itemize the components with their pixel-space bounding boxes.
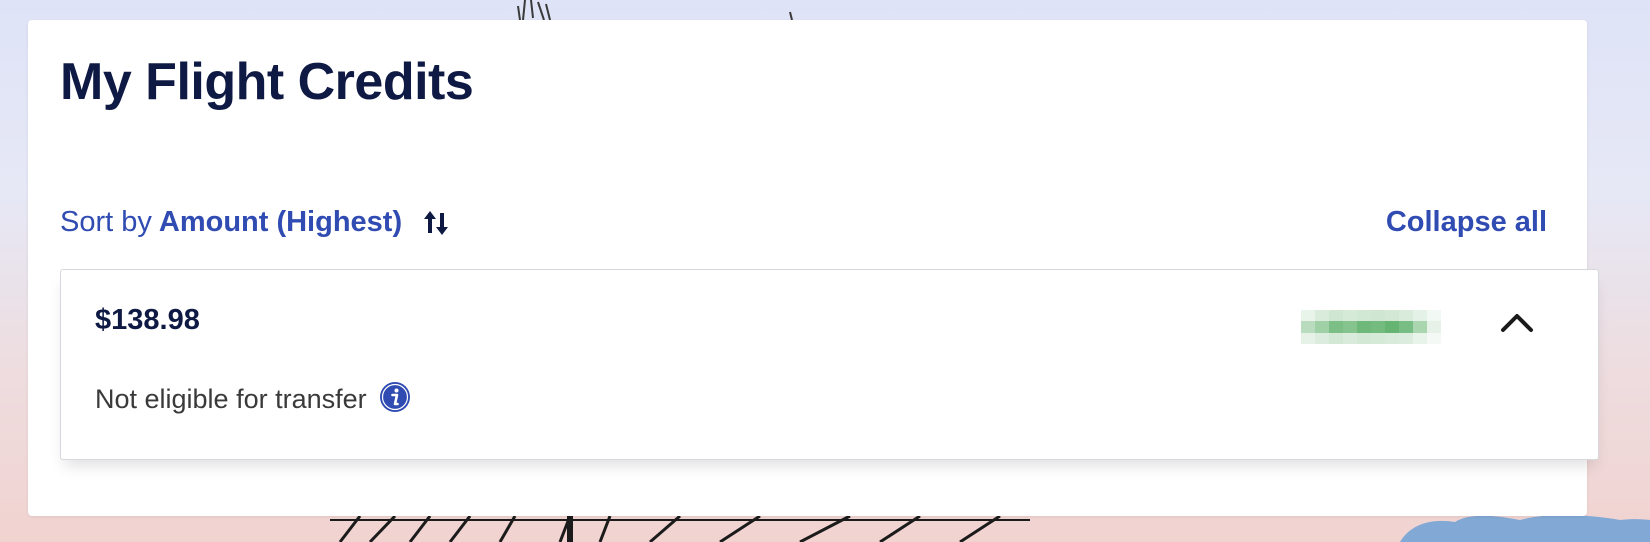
credit-item: $138.98 Not eligible for transfer bbox=[60, 269, 1599, 460]
sort-control[interactable]: Sort by Amount (Highest) bbox=[60, 208, 450, 237]
flight-credits-card: My Flight Credits Sort by Amount (Highes… bbox=[28, 20, 1599, 516]
sort-arrows-icon[interactable] bbox=[422, 209, 450, 237]
tree-silhouette-top bbox=[517, 0, 793, 21]
chevron-up-icon[interactable] bbox=[1497, 308, 1537, 338]
transfer-status-row: Not eligible for transfer bbox=[95, 381, 411, 414]
transfer-status-text: Not eligible for transfer bbox=[95, 384, 367, 414]
blue-foliage bbox=[1400, 515, 1650, 542]
credit-amount: $138.98 bbox=[95, 304, 200, 336]
sort-value-button[interactable]: Amount (Highest) bbox=[159, 208, 402, 237]
redacted-value bbox=[1301, 310, 1441, 344]
sort-label: Sort by bbox=[60, 206, 152, 238]
info-icon[interactable] bbox=[379, 381, 411, 413]
tree-silhouette-bottom bbox=[330, 514, 1030, 542]
page-title: My Flight Credits bbox=[60, 53, 474, 111]
collapse-all-link[interactable]: Collapse all bbox=[1386, 208, 1547, 237]
